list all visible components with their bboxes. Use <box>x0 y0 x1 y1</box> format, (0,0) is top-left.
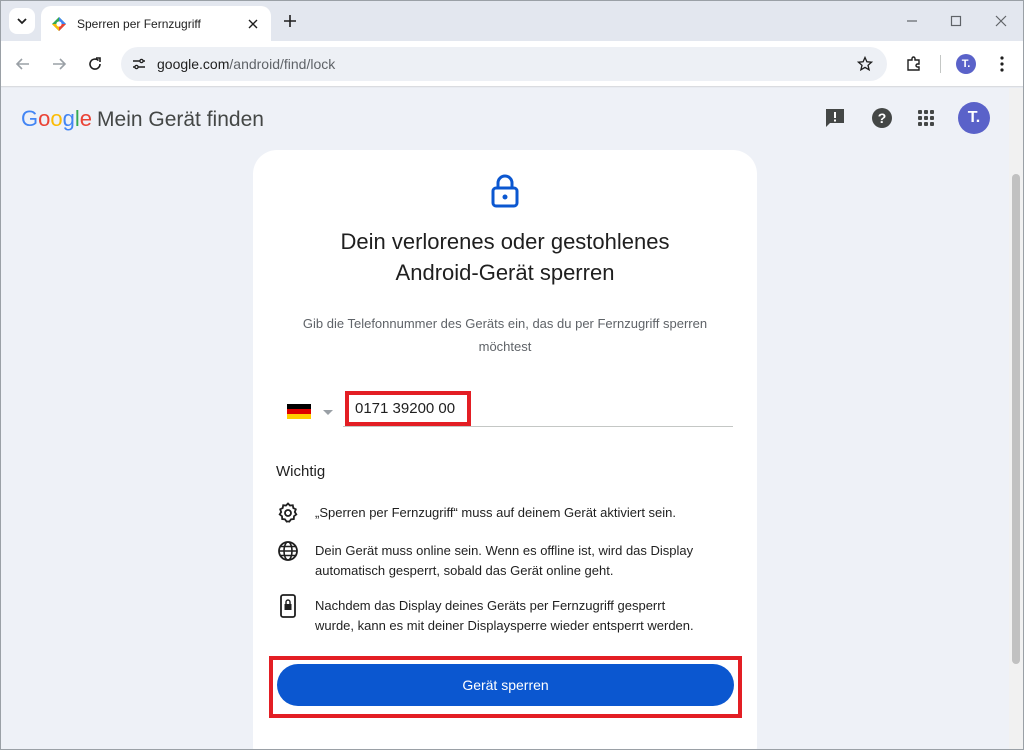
scrollbar-thumb[interactable] <box>1012 174 1020 664</box>
info-line: wurde, kann es mit deiner Displaysperre … <box>315 618 694 633</box>
help-icon: ? <box>872 108 892 128</box>
product-name: Mein Gerät finden <box>97 108 264 131</box>
info-line: Dein Gerät muss online sein. Wenn es off… <box>315 543 694 558</box>
info-line: „Sperren per Fernzugriff“ muss auf deine… <box>315 505 677 520</box>
forward-button[interactable] <box>47 52 71 76</box>
close-icon <box>995 15 1007 27</box>
arrow-right-icon <box>53 58 67 70</box>
tab-close-icon[interactable] <box>245 16 261 32</box>
logo-letter: o <box>38 106 51 131</box>
minimize-button[interactable] <box>901 10 923 32</box>
important-heading: Wichtig <box>276 463 326 480</box>
url-path: /android/find/lock <box>229 56 336 72</box>
address-bar[interactable]: google.com/android/find/lock <box>121 47 887 81</box>
info-text: Nachdem das Display deines Geräts per Fe… <box>315 596 735 636</box>
caret-down-icon[interactable] <box>323 410 333 415</box>
bookmark-star-icon[interactable] <box>853 52 877 76</box>
tab-active[interactable]: Sperren per Fernzugriff <box>41 6 271 41</box>
chevron-down-icon <box>17 18 27 25</box>
profile-button[interactable]: T. <box>954 52 978 76</box>
page-subtitle: Gib die Telefonnummer des Geräts ein, da… <box>273 312 737 358</box>
phone-lock-icon <box>276 594 300 618</box>
subtitle-line: Gib die Telefonnummer des Geräts ein, da… <box>302 316 708 331</box>
logo-letter: G <box>21 106 39 131</box>
info-line: automatisch gesperrt, sobald das Gerät o… <box>315 563 614 578</box>
germany-flag-icon[interactable] <box>287 404 311 419</box>
page-content: Google Mein Gerät finden ? T. Dein verlo… <box>1 88 1009 749</box>
more-vert-icon <box>1000 56 1004 72</box>
extensions-button[interactable] <box>902 52 926 76</box>
tab-strip: Sperren per Fernzugriff <box>1 1 1023 41</box>
url-text: google.com/android/find/lock <box>157 56 853 72</box>
apps-grid-icon <box>918 110 934 126</box>
settings-icon <box>276 501 300 525</box>
reload-button[interactable] <box>83 52 107 76</box>
lock-device-button[interactable]: Gerät sperren <box>277 664 734 706</box>
account-avatar[interactable]: T. <box>958 102 990 134</box>
title-line: Dein verlorenes oder gestohlenes <box>340 229 670 254</box>
browser-menu-button[interactable] <box>990 52 1014 76</box>
app-header: Google Mein Gerät finden ? T. <box>1 88 1009 150</box>
page-scrollbar[interactable] <box>1009 88 1023 749</box>
site-info-icon[interactable] <box>127 52 151 76</box>
back-button[interactable] <box>11 52 35 76</box>
logo-letter: e <box>79 106 93 131</box>
lock-icon <box>491 174 519 208</box>
title-line: Android-Gerät sperren <box>395 260 615 285</box>
minimize-icon <box>907 20 917 22</box>
new-tab-button[interactable] <box>279 10 301 32</box>
logo-letter: o <box>50 106 63 131</box>
info-text: „Sperren per Fernzugriff“ muss auf deine… <box>315 503 735 523</box>
reload-icon <box>89 57 101 70</box>
profile-avatar: T. <box>956 54 976 74</box>
subtitle-line: möchtest <box>478 339 532 354</box>
feedback-button[interactable] <box>823 106 847 130</box>
url-host: google.com <box>157 56 230 72</box>
maximize-icon <box>950 15 962 27</box>
phone-number-row <box>285 390 733 427</box>
tab-title: Sperren per Fernzugriff <box>77 16 201 31</box>
feedback-icon <box>826 109 844 127</box>
info-text: Dein Gerät muss online sein. Wenn es off… <box>315 541 735 581</box>
browser-window: Sperren per Fernzugriff google.com/andro… <box>0 0 1024 750</box>
find-hub-favicon-icon <box>52 16 66 31</box>
google-logo[interactable]: Google Mein Gerät finden <box>21 106 264 132</box>
plus-icon <box>284 15 296 27</box>
lock-device-card: Dein verlorenes oder gestohlenes Android… <box>253 150 757 749</box>
info-line: Nachdem das Display deines Geräts per Fe… <box>315 598 666 613</box>
close-window-button[interactable] <box>990 10 1012 32</box>
apps-button[interactable] <box>914 106 938 130</box>
puzzle-icon <box>907 56 920 71</box>
help-button[interactable]: ? <box>870 106 894 130</box>
arrow-left-icon <box>15 58 29 70</box>
globe-icon <box>276 539 300 563</box>
phone-input-underline <box>343 390 733 427</box>
page-title: Dein verlorenes oder gestohlenes Android… <box>273 226 737 288</box>
logo-letter: g <box>62 106 75 131</box>
browser-toolbar: google.com/android/find/lock T. <box>1 41 1023 87</box>
phone-number-input[interactable] <box>345 391 471 426</box>
toolbar-divider <box>940 55 941 73</box>
svg-text:?: ? <box>878 110 887 126</box>
tab-search-button[interactable] <box>9 8 35 34</box>
maximize-button[interactable] <box>945 10 967 32</box>
